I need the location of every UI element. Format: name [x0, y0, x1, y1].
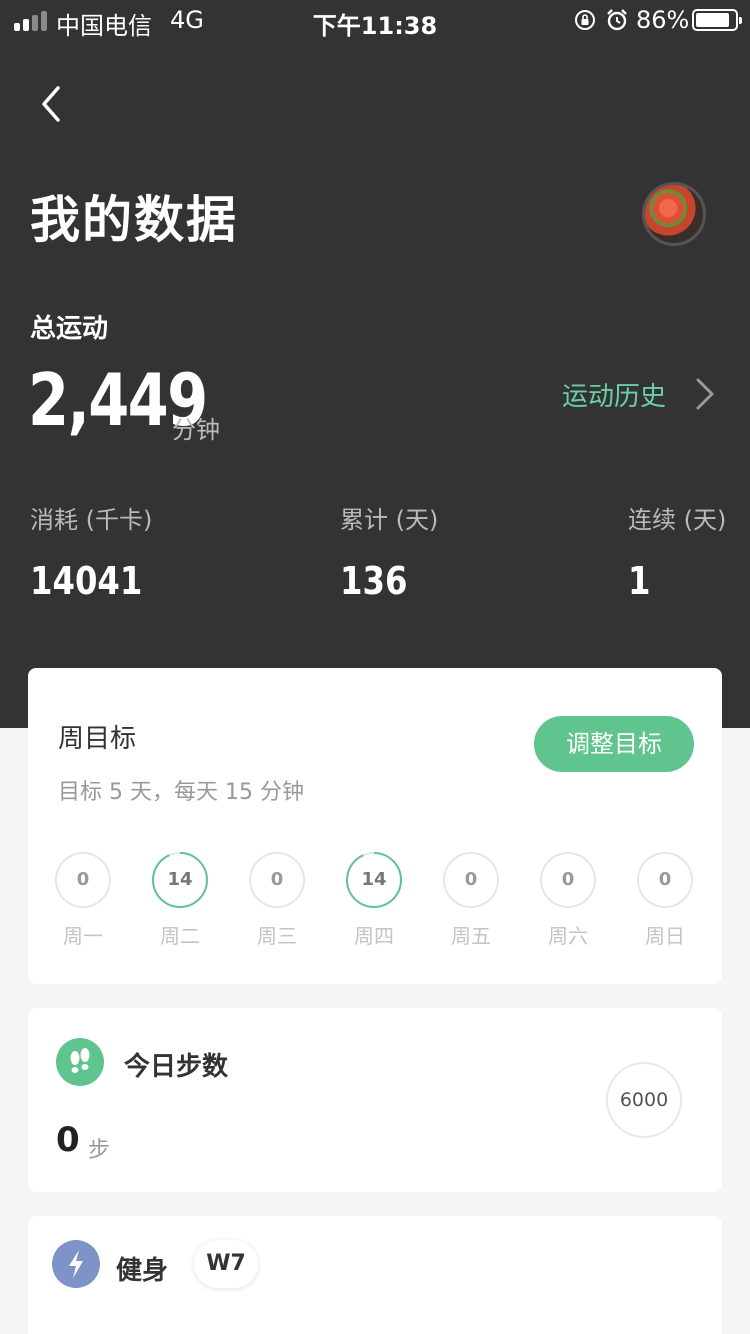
day-label: 周六: [548, 924, 588, 948]
today-steps-title: 今日步数: [124, 1052, 229, 1082]
chevron-right-icon[interactable]: [690, 376, 720, 412]
day-sun: 0 周日: [635, 852, 695, 949]
day-progress-ring: 14: [346, 852, 402, 908]
stat-calories-value: 14041: [30, 559, 143, 603]
fitness-card[interactable]: 健身 W7: [28, 1216, 722, 1334]
day-minutes: 0: [561, 869, 575, 890]
exercise-history-link[interactable]: 运动历史: [562, 376, 666, 413]
day-label: 周一: [63, 924, 103, 948]
today-steps-unit: 步: [88, 1138, 111, 1163]
day-label: 周三: [257, 924, 297, 948]
today-steps-value: 0: [56, 1120, 80, 1160]
day-minutes: 0: [658, 869, 672, 890]
battery-percentage: 86%: [636, 6, 690, 34]
status-bar: 中国电信 4G 下午11:38 86%: [0, 0, 750, 40]
day-tue: 14 周二: [150, 852, 210, 949]
day-progress-ring: 0: [443, 852, 499, 908]
day-label: 周二: [160, 924, 200, 948]
day-mon: 0 周一: [53, 852, 113, 949]
stat-streak-label: 连续 (天): [628, 506, 727, 534]
weekly-day-rings: 0 周一 14 周二 0 周三 14 周四 0 周五 0 周六 0 周日: [28, 852, 722, 952]
day-minutes: 14: [361, 869, 387, 890]
fitness-title: 健身: [116, 1256, 169, 1286]
day-progress-ring: 0: [249, 852, 305, 908]
day-wed: 0 周三: [247, 852, 307, 949]
stat-calories: 消耗 (千卡) 14041: [30, 500, 162, 603]
day-minutes: 14: [167, 869, 193, 890]
day-label: 周四: [354, 924, 394, 948]
day-thu: 14 周四: [344, 852, 404, 949]
day-minutes: 0: [76, 869, 90, 890]
avatar[interactable]: [642, 182, 706, 246]
day-minutes: 0: [270, 869, 284, 890]
stat-total-days-label: 累计 (天): [340, 506, 439, 534]
day-progress-ring: 0: [540, 852, 596, 908]
today-steps-card[interactable]: 今日步数 0 步 6000: [28, 1008, 722, 1192]
weekly-goal-subtitle: 目标 5 天，每天 15 分钟: [58, 780, 304, 805]
stat-streak-value: 1: [628, 559, 651, 603]
stat-calories-label: 消耗 (千卡): [30, 506, 153, 534]
day-fri: 0 周五: [441, 852, 501, 949]
day-progress-ring: 0: [637, 852, 693, 908]
steps-goal-ring: 6000: [606, 1062, 682, 1138]
fitness-week-badge: W7: [194, 1240, 258, 1288]
day-label: 周五: [451, 924, 491, 948]
day-minutes: 0: [464, 869, 478, 890]
battery-icon: [692, 9, 742, 31]
footprints-icon: [56, 1038, 104, 1086]
stat-total-days-value: 136: [340, 559, 408, 603]
alarm-icon: [607, 9, 627, 31]
page-title: 我的数据: [30, 191, 238, 249]
adjust-goal-button[interactable]: 调整目标: [534, 716, 694, 772]
total-exercise-label: 总运动: [30, 314, 109, 344]
stat-total-days: 累计 (天) 136: [340, 500, 438, 603]
weekly-goal-card: 周目标 目标 5 天，每天 15 分钟 调整目标 0 周一 14 周二 0 周三…: [28, 668, 722, 984]
back-arrow-icon[interactable]: [30, 82, 74, 126]
stat-streak: 连续 (天) 1: [628, 500, 726, 603]
day-label: 周日: [645, 924, 685, 948]
day-sat: 0 周六: [538, 852, 598, 949]
day-progress-ring: 14: [152, 852, 208, 908]
lightning-icon: [52, 1240, 100, 1288]
weekly-goal-title: 周目标: [58, 724, 137, 754]
total-exercise-unit: 分钟: [172, 416, 220, 444]
rotation-lock-icon: [575, 10, 595, 30]
day-progress-ring: 0: [55, 852, 111, 908]
my-data-screen: 中国电信 4G 下午11:38 86% 我的数据 总运动 2,449 分钟 运动…: [0, 0, 750, 1334]
